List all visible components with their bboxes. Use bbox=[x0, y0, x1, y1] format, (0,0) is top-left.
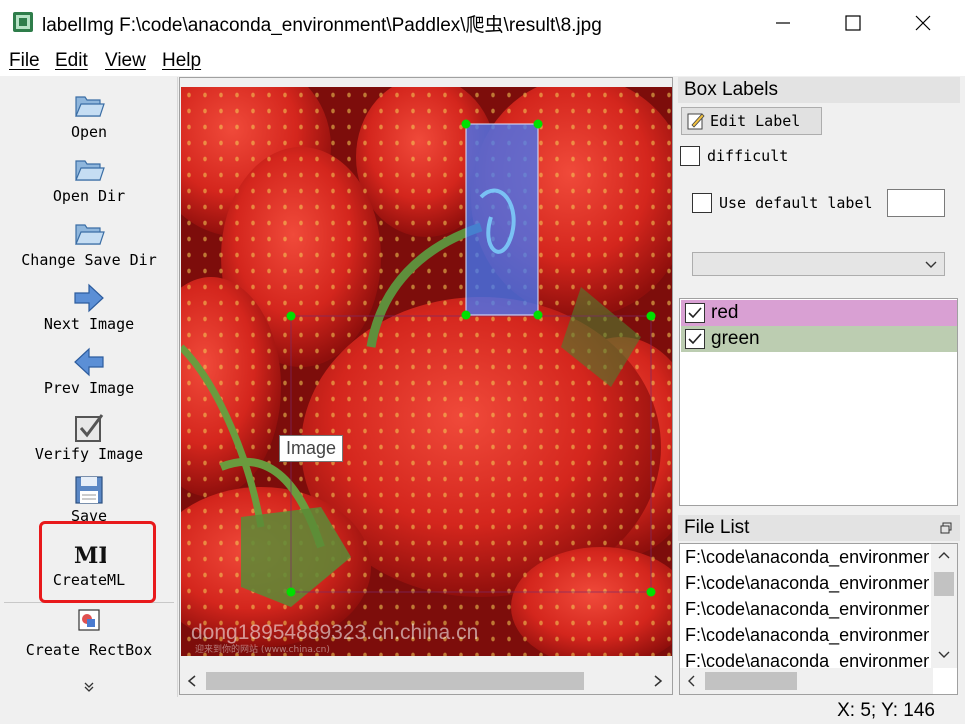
chevron-down-icon bbox=[925, 261, 937, 268]
double-chevron-down-icon[interactable] bbox=[83, 681, 95, 693]
status-bar: X: 5; Y: 146 bbox=[0, 697, 965, 724]
label-green-text: green bbox=[711, 328, 760, 349]
change-save-dir-label: Change Save Dir bbox=[21, 251, 157, 269]
menu-file[interactable]: File bbox=[9, 50, 40, 72]
folder-open-icon bbox=[75, 96, 105, 117]
difficult-label: difficult bbox=[707, 147, 789, 165]
open-dir-button[interactable]: Open Dir bbox=[0, 153, 178, 205]
minimize-icon bbox=[776, 22, 790, 24]
label-red-checkbox[interactable] bbox=[685, 303, 705, 323]
folder-open-icon bbox=[75, 160, 105, 181]
app-icon bbox=[13, 12, 33, 32]
canvas-horizontal-scrollbar[interactable] bbox=[181, 668, 672, 694]
save-button[interactable]: Save bbox=[0, 473, 178, 525]
menu-bar: File Edit View Help bbox=[0, 46, 965, 76]
chevron-up-icon[interactable] bbox=[938, 551, 950, 559]
floppy-icon bbox=[75, 476, 103, 504]
verify-image-button[interactable]: Verify Image bbox=[0, 411, 178, 463]
file-list-horizontal-scrollbar[interactable] bbox=[680, 668, 933, 694]
box-labels-title: Box Labels bbox=[678, 77, 960, 103]
edit-label-text: Edit Label bbox=[710, 112, 801, 130]
create-rectbox-label: Create RectBox bbox=[25, 641, 153, 659]
menu-help[interactable]: Help bbox=[162, 50, 201, 72]
window-title: labelImg F:\code\anaconda_environment\Pa… bbox=[42, 15, 602, 36]
arrow-left-icon bbox=[74, 347, 104, 377]
arrow-right-icon bbox=[74, 283, 104, 313]
label-green-checkbox[interactable] bbox=[685, 329, 705, 349]
chevron-right-icon[interactable] bbox=[653, 675, 663, 687]
folder-open-icon bbox=[75, 224, 105, 245]
checkbox-icon bbox=[75, 414, 104, 442]
right-dock: Box Labels Edit Label difficult Use defa… bbox=[678, 77, 965, 697]
chevron-down-icon[interactable] bbox=[938, 651, 950, 659]
verify-image-label: Verify Image bbox=[34, 445, 144, 463]
createml-highlight bbox=[39, 521, 156, 603]
open-button[interactable]: Open bbox=[0, 89, 178, 141]
change-save-dir-button[interactable]: Change Save Dir bbox=[0, 217, 178, 269]
label-red-text: red bbox=[711, 302, 739, 323]
scrollbar-thumb[interactable] bbox=[206, 672, 584, 690]
image-tooltip: Image bbox=[279, 435, 344, 462]
title-bar: labelImg F:\code\anaconda_environment\Pa… bbox=[0, 0, 965, 46]
checkmark-icon bbox=[688, 333, 702, 345]
use-default-label-checkbox[interactable] bbox=[692, 193, 712, 213]
label-item-green[interactable]: green bbox=[681, 326, 957, 352]
default-label-input[interactable] bbox=[887, 189, 945, 217]
chevron-left-icon[interactable] bbox=[687, 675, 695, 687]
next-image-button[interactable]: Next Image bbox=[0, 281, 178, 333]
file-list-title: File List bbox=[678, 515, 960, 541]
next-image-label: Next Image bbox=[43, 315, 135, 333]
open-dir-label: Open Dir bbox=[52, 187, 126, 205]
image-canvas[interactable]: dong18954889323.cn.china.cn 迎来到你的网站 (www… bbox=[181, 87, 672, 656]
label-dropdown[interactable] bbox=[692, 252, 945, 276]
prev-image-label: Prev Image bbox=[43, 379, 135, 397]
checkmark-icon bbox=[688, 307, 702, 319]
menu-edit[interactable]: Edit bbox=[55, 50, 88, 72]
scrollbar-thumb[interactable] bbox=[705, 672, 797, 690]
prev-image-button[interactable]: Prev Image bbox=[0, 345, 178, 397]
maximize-button[interactable] bbox=[818, 0, 888, 46]
maximize-icon bbox=[845, 15, 861, 31]
close-icon bbox=[915, 15, 931, 31]
difficult-checkbox[interactable] bbox=[680, 146, 700, 166]
file-list-item[interactable]: F:\code\anaconda_environment bbox=[685, 573, 929, 594]
edit-icon bbox=[687, 113, 705, 130]
chevron-left-icon[interactable] bbox=[187, 675, 197, 687]
file-list[interactable]: F:\code\anaconda_environment F:\code\ana… bbox=[679, 543, 958, 695]
file-list-vertical-scrollbar[interactable] bbox=[931, 544, 957, 668]
scrollbar-thumb[interactable] bbox=[934, 572, 954, 596]
strawberry-image bbox=[181, 87, 672, 656]
file-list-item[interactable]: F:\code\anaconda_environment bbox=[685, 547, 929, 568]
edit-label-button[interactable]: Edit Label bbox=[681, 107, 822, 135]
label-item-red[interactable]: red bbox=[681, 300, 957, 326]
close-button[interactable] bbox=[888, 0, 958, 46]
menu-view[interactable]: View bbox=[105, 50, 146, 72]
open-label: Open bbox=[70, 123, 108, 141]
use-default-label-text: Use default label bbox=[719, 194, 873, 212]
watermark-small-text: 迎来到你的网站 (www.china.cn) bbox=[195, 645, 330, 655]
label-list[interactable]: red green bbox=[679, 298, 958, 506]
tool-bar: Open Open Dir Change Save Dir Next Image… bbox=[0, 77, 178, 697]
file-list-title-text: File List bbox=[684, 517, 750, 538]
cursor-coordinates: X: 5; Y: 146 bbox=[837, 700, 935, 721]
file-list-item[interactable]: F:\code\anaconda_environment bbox=[685, 625, 929, 646]
create-rectbox-button[interactable]: Create RectBox bbox=[0, 607, 178, 659]
float-dock-icon[interactable] bbox=[940, 522, 952, 534]
file-list-item[interactable]: F:\code\anaconda_environment bbox=[685, 599, 929, 620]
minimize-button[interactable] bbox=[748, 0, 818, 46]
rectbox-icon bbox=[78, 609, 100, 631]
